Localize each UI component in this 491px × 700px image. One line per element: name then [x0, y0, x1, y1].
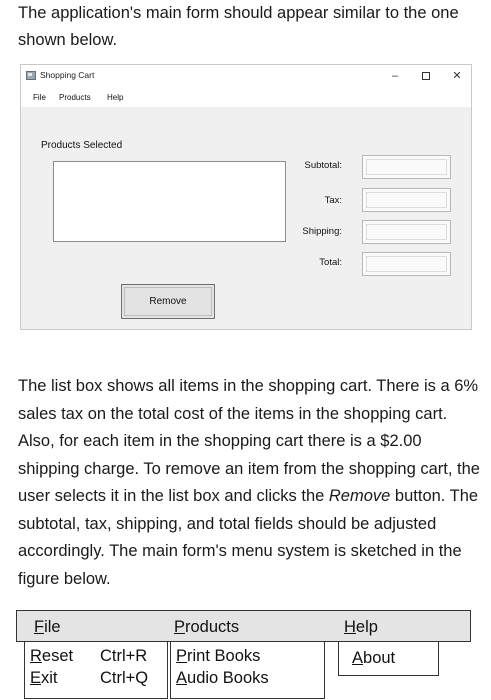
menu-sketch: File Products Help Reset Ctrl+R Exit Ctr… [16, 610, 471, 700]
file-menu-exit[interactable]: Exit [30, 669, 58, 688]
subtotal-field [362, 155, 451, 179]
help-menu-about[interactable]: About [352, 649, 395, 668]
intro-paragraph: The application's main form should appea… [18, 4, 459, 49]
app-icon [26, 71, 36, 80]
total-label: Total: [319, 257, 342, 268]
sketch-menu-file[interactable]: File [34, 618, 61, 637]
file-menu-reset[interactable]: Reset [30, 647, 73, 666]
maximize-button[interactable] [418, 67, 434, 85]
description-text-1: The list box shows all items in the shop… [18, 377, 480, 505]
menu-products[interactable]: Products [59, 93, 91, 102]
subtotal-label: Subtotal: [304, 160, 343, 171]
menu-sketch-bar: File Products Help [16, 610, 471, 642]
menu-file[interactable]: File [33, 93, 46, 102]
shipping-label: Shipping: [302, 226, 342, 237]
description-emphasis: Remove [328, 487, 391, 505]
minimize-button[interactable]: – [387, 67, 403, 85]
help-menu-dropdown: About [338, 641, 439, 676]
reset-shortcut: Ctrl+R [100, 647, 148, 665]
products-menu-audio-books[interactable]: Audio Books [176, 669, 269, 688]
shopping-cart-window: Shopping Cart – ✕ File Products Help Pro… [20, 64, 472, 330]
title-bar: Shopping Cart – ✕ [21, 65, 471, 89]
products-listbox[interactable] [53, 161, 286, 242]
products-menu-dropdown: Print Books Audio Books [170, 641, 325, 699]
sketch-menu-products[interactable]: Products [174, 618, 239, 637]
window-title: Shopping Cart [40, 70, 95, 80]
remove-button[interactable]: Remove [121, 284, 215, 319]
maximize-icon [422, 72, 430, 81]
close-button[interactable]: ✕ [449, 67, 465, 85]
menu-bar: File Products Help [21, 89, 471, 107]
total-field [362, 252, 451, 276]
sketch-menu-help[interactable]: Help [344, 618, 378, 637]
products-menu-print-books[interactable]: Print Books [176, 647, 260, 666]
products-selected-label: Products Selected [41, 140, 123, 151]
shipping-field [362, 220, 451, 244]
remove-button-label: Remove [149, 296, 187, 307]
tax-field [362, 188, 451, 212]
tax-label: Tax: [324, 195, 342, 206]
menu-help[interactable]: Help [107, 93, 123, 102]
description-paragraph: The list box shows all items in the shop… [18, 373, 480, 593]
exit-shortcut: Ctrl+Q [100, 669, 149, 687]
file-menu-dropdown: Reset Ctrl+R Exit Ctrl+Q [24, 641, 168, 699]
